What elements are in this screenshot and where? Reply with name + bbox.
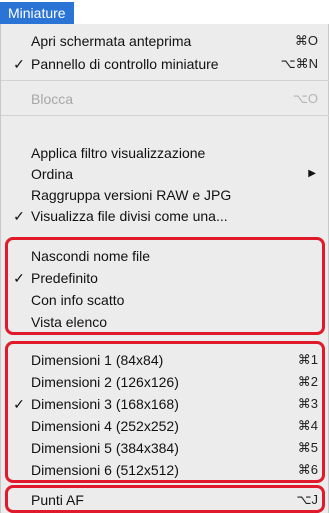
menu-item-dimensioni-1[interactable]: Dimensioni 1 (84x84) ⌘1 <box>1 349 329 371</box>
menu-item-label: Dimensioni 1 (84x84) <box>31 352 164 368</box>
menu-item-label: Dimensioni 4 (252x252) <box>31 418 179 434</box>
menu-item-punti-af[interactable]: Punti AF ⌥J <box>1 489 329 511</box>
menu-item-visualizza-file-divisi[interactable]: ✓ Visualizza file divisi come una... <box>1 205 329 227</box>
menu-item-nascondi-nome-file[interactable]: Nascondi nome file <box>1 245 329 267</box>
menu-item-blocca: Blocca ⌥O <box>1 88 329 110</box>
checkmark-icon: ✓ <box>13 56 25 72</box>
menu-item-label: Ordina <box>31 166 74 182</box>
menu-item-label: Dimensioni 6 (512x512) <box>31 462 179 478</box>
menu-item-label: Dimensioni 3 (168x168) <box>31 396 179 412</box>
menu-item-label: Visualizza file divisi come una... <box>31 208 228 224</box>
shortcut-label: ⌥⌘N <box>280 56 318 71</box>
menu-item-dimensioni-6[interactable]: Dimensioni 6 (512x512) ⌘6 <box>1 459 329 481</box>
shortcut-label: ⌘4 <box>297 418 318 433</box>
menu-item-dimensioni-4[interactable]: Dimensioni 4 (252x252) ⌘4 <box>1 415 329 437</box>
menu-item-label: Vista elenco <box>31 314 108 330</box>
checkmark-icon: ✓ <box>13 396 25 412</box>
menu-item-raggruppa-versioni-raw-e-jpg[interactable]: Raggruppa versioni RAW e JPG <box>1 184 329 206</box>
submenu-arrow-icon: ▶ <box>308 168 316 179</box>
menu-item-label: Apri schermata anteprima <box>31 33 192 49</box>
menu-item-label: Blocca <box>31 91 74 107</box>
menu-item-dimensioni-2[interactable]: Dimensioni 2 (126x126) ⌘2 <box>1 371 329 393</box>
menu-item-ordina[interactable]: Ordina ▶ <box>1 163 329 185</box>
menu-item-apri-schermata-anteprima[interactable]: Apri schermata anteprima ⌘O <box>1 30 329 52</box>
menu-item-label: Raggruppa versioni RAW e JPG <box>31 187 232 203</box>
shortcut-label: ⌘6 <box>297 462 318 477</box>
menu-item-label: Nascondi nome file <box>31 248 151 264</box>
shortcut-label: ⌥J <box>296 492 318 507</box>
shortcut-label: ⌘5 <box>297 440 318 455</box>
menu-item-label: Dimensioni 2 (126x126) <box>31 374 179 390</box>
shortcut-label: ⌘1 <box>297 352 318 367</box>
menu-item-applica-filtro-visualizzazione[interactable]: Applica filtro visualizzazione <box>1 142 329 164</box>
menu-item-predefinito[interactable]: ✓ Predefinito <box>1 267 329 289</box>
menu-item-label: Applica filtro visualizzazione <box>31 145 206 161</box>
menu-separator <box>1 115 329 116</box>
shortcut-label: ⌘3 <box>297 396 318 411</box>
menu-item-pannello-di-controllo-miniature[interactable]: ✓ Pannello di controllo miniature ⌥⌘N <box>1 53 329 75</box>
shortcut-label: ⌘2 <box>297 374 318 389</box>
menu-separator <box>1 80 329 81</box>
checkmark-icon: ✓ <box>13 208 25 224</box>
checkmark-icon: ✓ <box>13 270 25 286</box>
shortcut-label: ⌘O <box>294 33 318 48</box>
shortcut-label: ⌥O <box>292 91 318 106</box>
menu-item-label: Con info scatto <box>31 292 125 308</box>
menu-item-con-info-scatto[interactable]: Con info scatto <box>1 289 329 311</box>
menu-item-dimensioni-5[interactable]: Dimensioni 5 (384x384) ⌘5 <box>1 437 329 459</box>
miniature-dropdown-menu: Apri schermata anteprima ⌘O ✓ Pannello d… <box>0 24 329 513</box>
menu-item-label: Dimensioni 5 (384x384) <box>31 440 179 456</box>
menu-item-vista-elenco[interactable]: Vista elenco <box>1 311 329 333</box>
menu-title-miniature[interactable]: Miniature <box>0 2 74 24</box>
menu-item-label: Punti AF <box>31 492 84 508</box>
menu-item-label: Predefinito <box>31 270 98 286</box>
menu-item-label: Pannello di controllo miniature <box>31 56 219 72</box>
menu-bar: Miniature <box>0 0 329 24</box>
menu-item-dimensioni-3[interactable]: ✓ Dimensioni 3 (168x168) ⌘3 <box>1 393 329 415</box>
